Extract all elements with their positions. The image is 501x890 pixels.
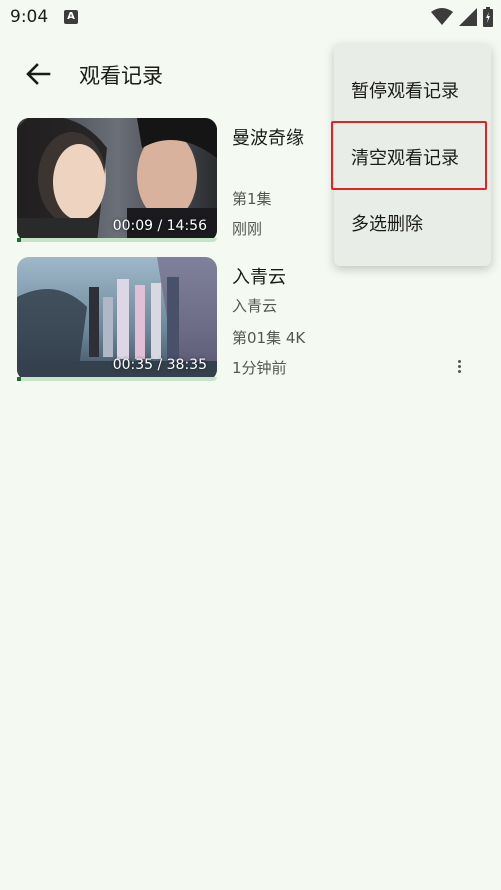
video-thumbnail[interactable]: 00:35 / 38:35 xyxy=(17,257,217,381)
video-title: 入青云 xyxy=(232,267,286,288)
highlight-box xyxy=(331,121,487,190)
watch-progress-bar xyxy=(17,377,217,381)
wifi-icon xyxy=(431,8,453,25)
menu-item-pause-history[interactable]: 暂停观看记录 xyxy=(334,57,491,123)
history-item[interactable]: 00:35 / 38:35 入青云 入青云 第01集 4K 1分钟前 xyxy=(0,257,501,385)
notification-icon: A xyxy=(64,10,78,24)
arrow-back-icon xyxy=(26,63,51,85)
status-icons xyxy=(431,7,493,27)
status-bar: 9:04 A xyxy=(0,0,501,34)
menu-item-multi-select-delete[interactable]: 多选删除 xyxy=(334,190,491,256)
episode-label: 第1集 xyxy=(232,190,272,208)
back-button[interactable] xyxy=(22,58,54,90)
video-subtitle: 入青云 xyxy=(232,297,278,315)
video-duration: 00:35 / 38:35 xyxy=(112,357,207,373)
watched-time: 1分钟前 xyxy=(232,359,287,377)
video-duration: 00:09 / 14:56 xyxy=(112,218,207,234)
watch-progress-fill xyxy=(17,238,21,242)
episode-label: 第01集 4K xyxy=(232,329,306,347)
signal-icon xyxy=(459,8,477,26)
watch-progress-bar xyxy=(17,238,217,242)
video-thumbnail[interactable]: 00:09 / 14:56 xyxy=(17,118,217,242)
watch-progress-fill xyxy=(17,377,21,381)
more-options-button[interactable] xyxy=(447,354,471,378)
status-time: 9:04 xyxy=(10,7,49,27)
battery-icon xyxy=(483,7,493,27)
video-title: 曼波奇缘 xyxy=(232,128,304,149)
more-vert-icon xyxy=(457,359,461,363)
watched-time: 刚刚 xyxy=(232,220,263,238)
page-title: 观看记录 xyxy=(79,64,163,88)
